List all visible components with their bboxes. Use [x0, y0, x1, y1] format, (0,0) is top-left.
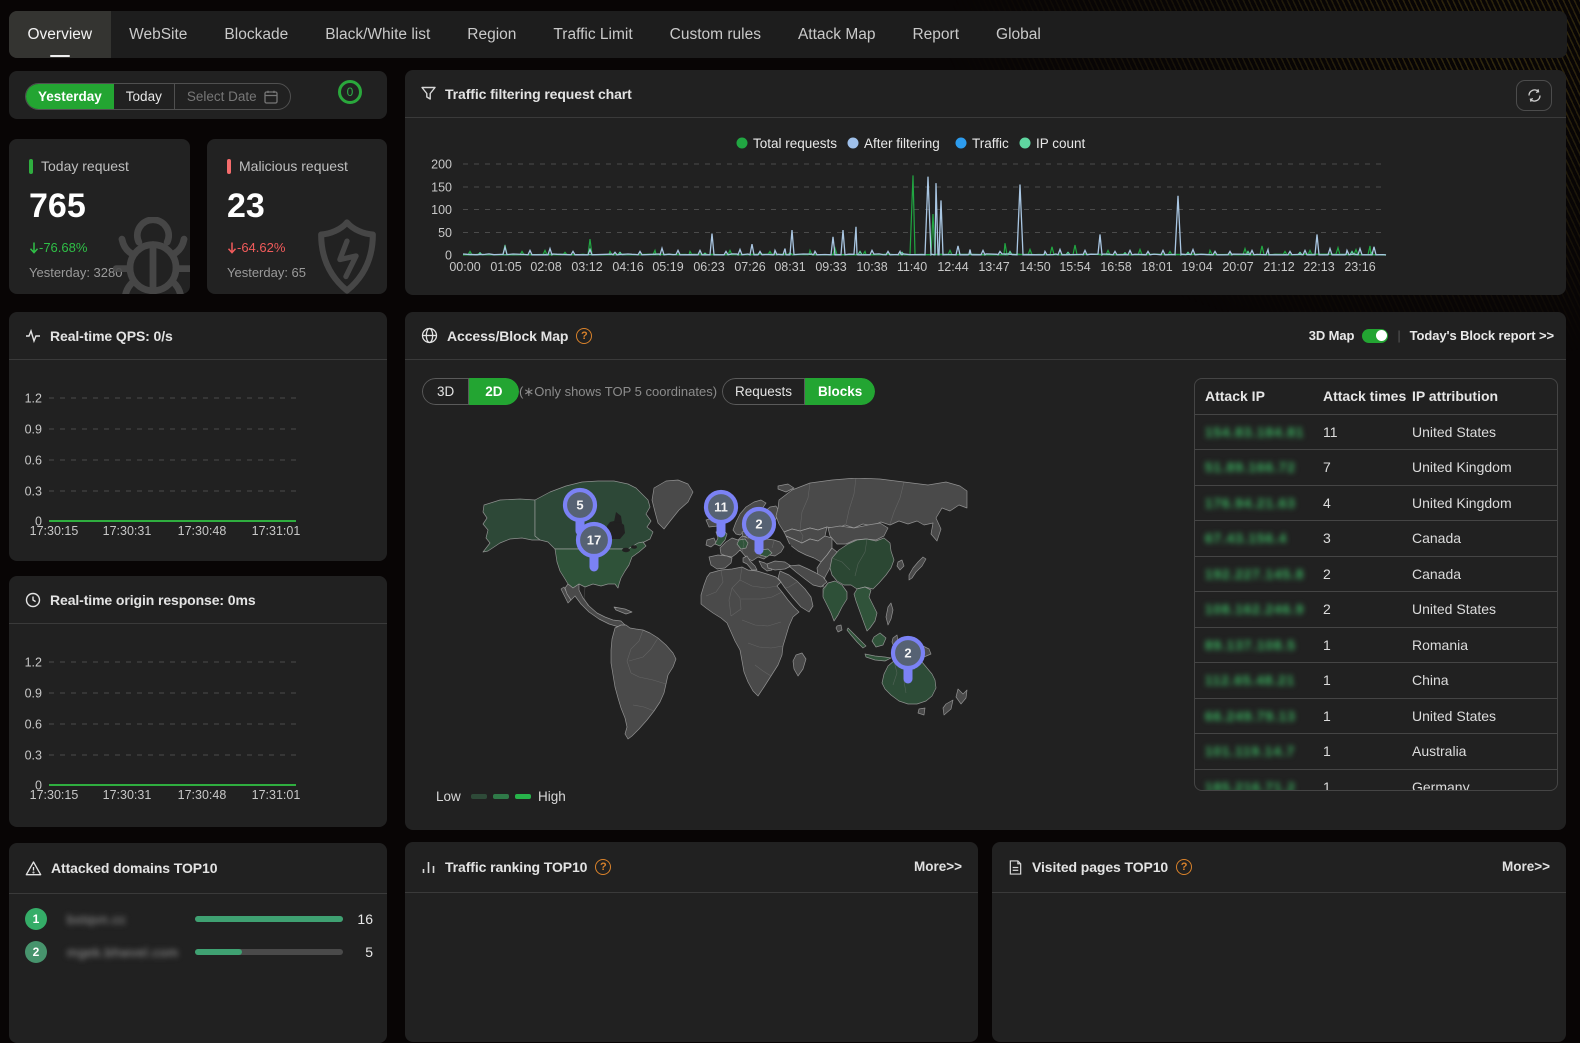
svg-text:0.3: 0.3 [25, 485, 42, 499]
svg-text:0.9: 0.9 [25, 687, 42, 701]
svg-text:17:31:01: 17:31:01 [252, 524, 301, 538]
svg-text:IP count: IP count [1036, 136, 1086, 151]
svg-text:150: 150 [431, 181, 452, 195]
svg-text:17:30:48: 17:30:48 [178, 788, 227, 802]
svg-text:01:05: 01:05 [490, 260, 521, 274]
svg-text:13:47: 13:47 [978, 260, 1009, 274]
svg-text:100: 100 [431, 203, 452, 217]
svg-text:22:13: 22:13 [1303, 260, 1334, 274]
svg-text:0.6: 0.6 [25, 454, 42, 468]
svg-text:00:00: 00:00 [449, 260, 480, 274]
svg-text:1.2: 1.2 [25, 392, 42, 406]
svg-text:15:54: 15:54 [1059, 260, 1090, 274]
svg-text:5: 5 [576, 498, 583, 513]
svg-text:200: 200 [431, 158, 452, 172]
svg-text:0.6: 0.6 [25, 718, 42, 732]
svg-text:17:30:15: 17:30:15 [30, 788, 79, 802]
svg-text:06:23: 06:23 [693, 260, 724, 274]
svg-text:17:30:15: 17:30:15 [30, 524, 79, 538]
svg-text:11: 11 [714, 500, 728, 515]
svg-text:After filtering: After filtering [864, 136, 940, 151]
svg-text:21:12: 21:12 [1263, 260, 1294, 274]
svg-text:03:12: 03:12 [571, 260, 602, 274]
svg-text:17:30:31: 17:30:31 [103, 524, 152, 538]
svg-text:04:16: 04:16 [612, 260, 643, 274]
svg-text:2: 2 [904, 646, 911, 661]
svg-text:05:19: 05:19 [652, 260, 683, 274]
svg-text:1.2: 1.2 [25, 656, 42, 670]
svg-text:17:30:31: 17:30:31 [103, 788, 152, 802]
svg-text:12:44: 12:44 [937, 260, 968, 274]
svg-text:19:04: 19:04 [1181, 260, 1212, 274]
svg-text:0.9: 0.9 [25, 423, 42, 437]
svg-text:17:31:01: 17:31:01 [252, 788, 301, 802]
svg-text:Traffic: Traffic [972, 136, 1009, 151]
svg-text:02:08: 02:08 [530, 260, 561, 274]
svg-text:10:38: 10:38 [856, 260, 887, 274]
svg-text:18:01: 18:01 [1141, 260, 1172, 274]
svg-text:20:07: 20:07 [1222, 260, 1253, 274]
svg-text:0.3: 0.3 [25, 749, 42, 763]
svg-text:11:40: 11:40 [897, 260, 927, 274]
svg-text:09:33: 09:33 [815, 260, 846, 274]
svg-text:23:16: 23:16 [1344, 260, 1375, 274]
svg-text:2: 2 [755, 517, 762, 532]
svg-text:17:30:48: 17:30:48 [178, 524, 227, 538]
svg-text:50: 50 [438, 226, 452, 240]
svg-text:17: 17 [587, 533, 601, 548]
svg-text:07:26: 07:26 [734, 260, 765, 274]
svg-text:Total requests: Total requests [753, 136, 837, 151]
svg-text:16:58: 16:58 [1100, 260, 1131, 274]
svg-text:08:31: 08:31 [774, 260, 805, 274]
svg-text:14:50: 14:50 [1019, 260, 1050, 274]
